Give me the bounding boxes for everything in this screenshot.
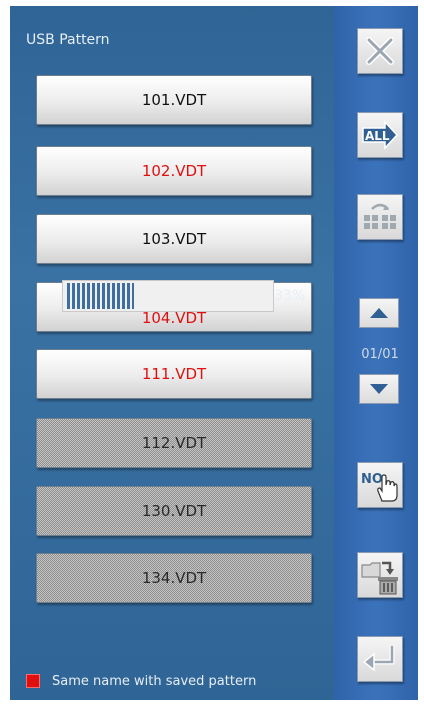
page-down-button[interactable] — [359, 374, 399, 404]
folder-trash-icon — [361, 561, 398, 595]
triangle-down-icon — [370, 384, 388, 394]
select-all-button[interactable]: ALL — [357, 112, 403, 158]
page-up-button[interactable] — [359, 298, 399, 328]
progress-bar — [62, 280, 274, 312]
usb-pattern-screen: USB Pattern 101.VDT 102.VDT 103.VDT 104.… — [0, 0, 424, 706]
close-x-icon — [366, 37, 394, 65]
invert-selection-button[interactable] — [357, 194, 403, 240]
screen-title: USB Pattern — [26, 32, 110, 48]
all-arrow-icon: ALL — [362, 120, 399, 150]
page-indicator: 01/01 — [361, 347, 399, 362]
progress-fill — [67, 283, 134, 309]
file-button-111[interactable]: 111.VDT — [36, 349, 312, 399]
close-button[interactable] — [357, 28, 403, 74]
grid-rotate-icon — [364, 203, 396, 229]
number-input-button[interactable]: NO — [357, 462, 403, 508]
file-button-134: 134.VDT — [36, 553, 312, 603]
svg-text:NO: NO — [361, 472, 383, 487]
file-button-102[interactable]: 102.VDT — [36, 146, 312, 196]
progress-percent: 33% — [274, 288, 306, 304]
file-button-103[interactable]: 103.VDT — [36, 214, 312, 264]
file-button-130: 130.VDT — [36, 486, 312, 536]
file-button-112: 112.VDT — [36, 418, 312, 468]
svg-text:ALL: ALL — [365, 129, 390, 143]
return-button[interactable] — [357, 636, 403, 682]
file-button-101[interactable]: 101.VDT — [36, 75, 312, 125]
legend-text: Same name with saved pattern — [52, 674, 257, 689]
legend-swatch — [26, 674, 40, 688]
triangle-up-icon — [370, 308, 388, 318]
delete-button[interactable] — [357, 552, 403, 598]
return-arrow-icon — [362, 646, 395, 672]
no-hand-icon: NO — [361, 472, 398, 502]
